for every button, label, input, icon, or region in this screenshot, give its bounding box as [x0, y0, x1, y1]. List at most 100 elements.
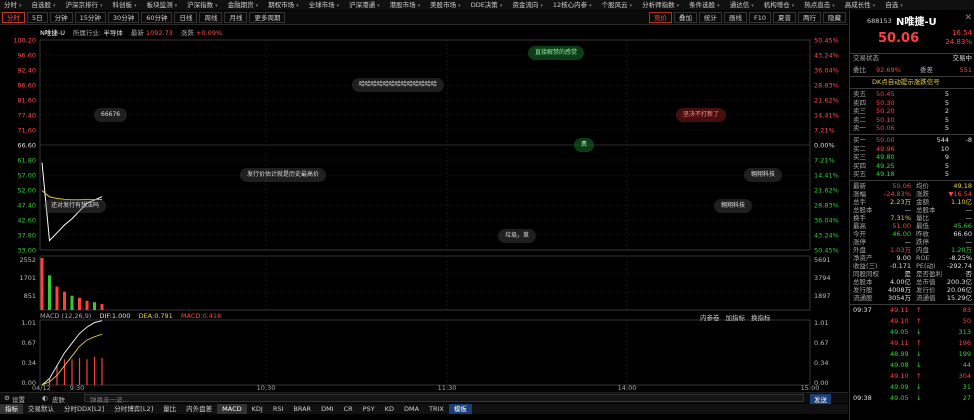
indicator-tab[interactable]: 量比 [158, 404, 181, 414]
bid-volume: 5 [944, 170, 949, 178]
danmaku-bubble[interactable]: 还对发行有想法吗 [44, 199, 107, 213]
divider [850, 304, 974, 305]
macd-tool-button[interactable]: 加指标 [726, 312, 746, 322]
signal-banner-row: DK点自动提示涨跌信号 [850, 78, 974, 87]
bid-row: 买五 49.18 5 [850, 170, 974, 179]
danmaku-bubble[interactable]: 翱翔科技 [714, 199, 753, 213]
top-menu-item[interactable]: 自选 [881, 0, 909, 10]
arrow-up-icon: ↑ [916, 339, 922, 347]
arrow-up-icon: ↑ [916, 306, 922, 314]
indicator-tab[interactable]: 分时DDX[L2] [59, 404, 109, 414]
volume-tick-label-right: 5691 [814, 256, 831, 264]
trade-time: 09:37 [853, 306, 872, 314]
indicator-tab[interactable]: MACD [217, 404, 247, 414]
indicator-tab[interactable]: CR [339, 404, 358, 414]
indicator-tab[interactable]: DMI [316, 404, 339, 414]
indicator-tab[interactable]: KDJ [247, 404, 268, 414]
trade-row: 49.08 44 ↓ [850, 361, 974, 370]
arrow-down-icon: ↓ [916, 383, 922, 391]
percent-tick-label: 36.04% [814, 67, 839, 75]
percent-tick-label: 14.41% [814, 112, 839, 120]
stat-value: 3054万 [887, 294, 911, 302]
price-tick-label: 77.40 [17, 112, 36, 120]
arrow-up-icon: ↑ [916, 372, 922, 380]
indicator-tab[interactable]: 内外盘差 [181, 404, 217, 414]
indicator-tab[interactable]: TRIX [424, 404, 449, 414]
indicator-tab[interactable]: PSY [358, 404, 380, 414]
percent-tick-label: 36.04% [814, 217, 839, 225]
close-icon[interactable]: ✕ [964, 13, 972, 23]
intraday-chart[interactable]: 100.20 50.45% 96.60 43.24% 92.40 36.04% 86.60 2… [0, 0, 848, 393]
arrow-down-icon: ↓ [916, 350, 922, 358]
arrow-down-icon: ↓ [916, 361, 922, 369]
stat-row: 流通股 3054万 流通值 15.29亿 [850, 294, 974, 303]
skin-icon[interactable]: ◐ [42, 394, 48, 402]
percent-tick-label: 0.00% [814, 142, 835, 150]
indicator-tab[interactable]: RSI [268, 404, 289, 414]
price-tick-label: 42.60 [17, 217, 36, 225]
indicator-tab[interactable]: DMA [399, 404, 424, 414]
danmaku-bubble[interactable]: 66676 [94, 108, 128, 122]
divider [850, 134, 974, 135]
stat-label: 流通股 [853, 294, 873, 302]
trade-row: 48.99 199 ↓ [850, 350, 974, 359]
percent-tick-label: 43.24% [814, 52, 839, 60]
indicator-tab[interactable]: BRAR [288, 404, 316, 414]
macd-label: MACD: [180, 312, 203, 320]
volume-bar [70, 295, 74, 310]
trade-row: 49.10 50 ↑ [850, 317, 974, 326]
percent-tick-label: 21.62% [814, 187, 839, 195]
danmaku-bubble[interactable]: 翱翔科技 [744, 168, 783, 182]
danmaku-bubble[interactable]: 哈哈哈哈哈哈哈哈哈哈哈哈哈 [352, 78, 445, 92]
trade-row: 49.10 304 ↑ [850, 372, 974, 381]
volume-bar [100, 303, 104, 310]
volume-bar [85, 300, 89, 310]
trade-volume: 313 [958, 328, 971, 336]
indicator-tab[interactable]: 指标 [0, 404, 23, 414]
price-tick-label: 57.00 [17, 172, 36, 180]
volume-panel-frame [39, 255, 811, 311]
macd-tick-label: 0.67 [22, 339, 36, 347]
price-tick-label: 81.60 [17, 97, 36, 105]
trade-volume: 44 [962, 361, 971, 369]
indicator-tab[interactable]: 交易默认 [23, 404, 59, 414]
danmaku-input[interactable] [84, 394, 804, 402]
price-tick-label: 47.40 [17, 202, 36, 210]
trade-volume: 83 [962, 306, 971, 314]
percent-tick-label: 28.83% [814, 82, 839, 90]
time-tick-label: 10:30 [257, 384, 276, 392]
indicator-tab[interactable]: KD [380, 404, 399, 414]
trade-price: 49.10 [890, 317, 909, 325]
danmaku-bubble[interactable]: 坚决不打新了 [676, 108, 727, 122]
danmaku-bubble[interactable]: 费 [574, 138, 595, 152]
volume-bar [55, 286, 59, 310]
stat-label: 流通值 [916, 294, 936, 302]
gear-icon[interactable]: ⚙ [4, 394, 10, 402]
stock-code: 688153 [867, 17, 892, 25]
trade-price: 49.05 [890, 394, 909, 402]
arrow-up-icon: ↑ [916, 317, 922, 325]
macd-title: MACD (12,26,9) [40, 312, 92, 320]
settings-link[interactable]: 设置 [12, 394, 25, 404]
skin-link[interactable]: 皮肤 [52, 394, 65, 404]
percent-tick-label: 28.83% [814, 202, 839, 210]
quote-panel: 688153 N唯捷-U ✕ 50.06 16.54 24.83% 交易状态 交易… [849, 10, 974, 420]
bid-price: 49.18 [876, 170, 895, 178]
trade-price: 48.99 [890, 350, 909, 358]
indicator-tab[interactable]: 分时博弈[L2] [109, 404, 158, 414]
trade-price: 49.11 [890, 339, 909, 347]
trade-price: 49.11 [890, 306, 909, 314]
macd-tool-button[interactable]: 换指标 [751, 312, 771, 322]
danmaku-bubble[interactable]: 发行价估计就是历史最高价 [240, 168, 327, 182]
danmaku-bubble[interactable]: 垃圾，草 [498, 229, 537, 243]
trade-price: 49.09 [890, 383, 909, 391]
macd-tool-button[interactable]: 内参卷 [700, 312, 720, 322]
macd-tick-label-right: 0.67 [814, 339, 828, 347]
danmaku-bubble[interactable]: 直接解禁的感觉 [528, 46, 585, 60]
price-change: 16.54 24.83% [945, 29, 972, 47]
send-button[interactable]: 发送 [810, 394, 831, 404]
volume-tick-label-right: 1897 [814, 292, 831, 300]
price-tick-label: 92.40 [17, 67, 36, 75]
indicator-tab[interactable]: 模板 [448, 404, 472, 414]
ask-row: 卖一 50.06 5 [850, 124, 974, 133]
